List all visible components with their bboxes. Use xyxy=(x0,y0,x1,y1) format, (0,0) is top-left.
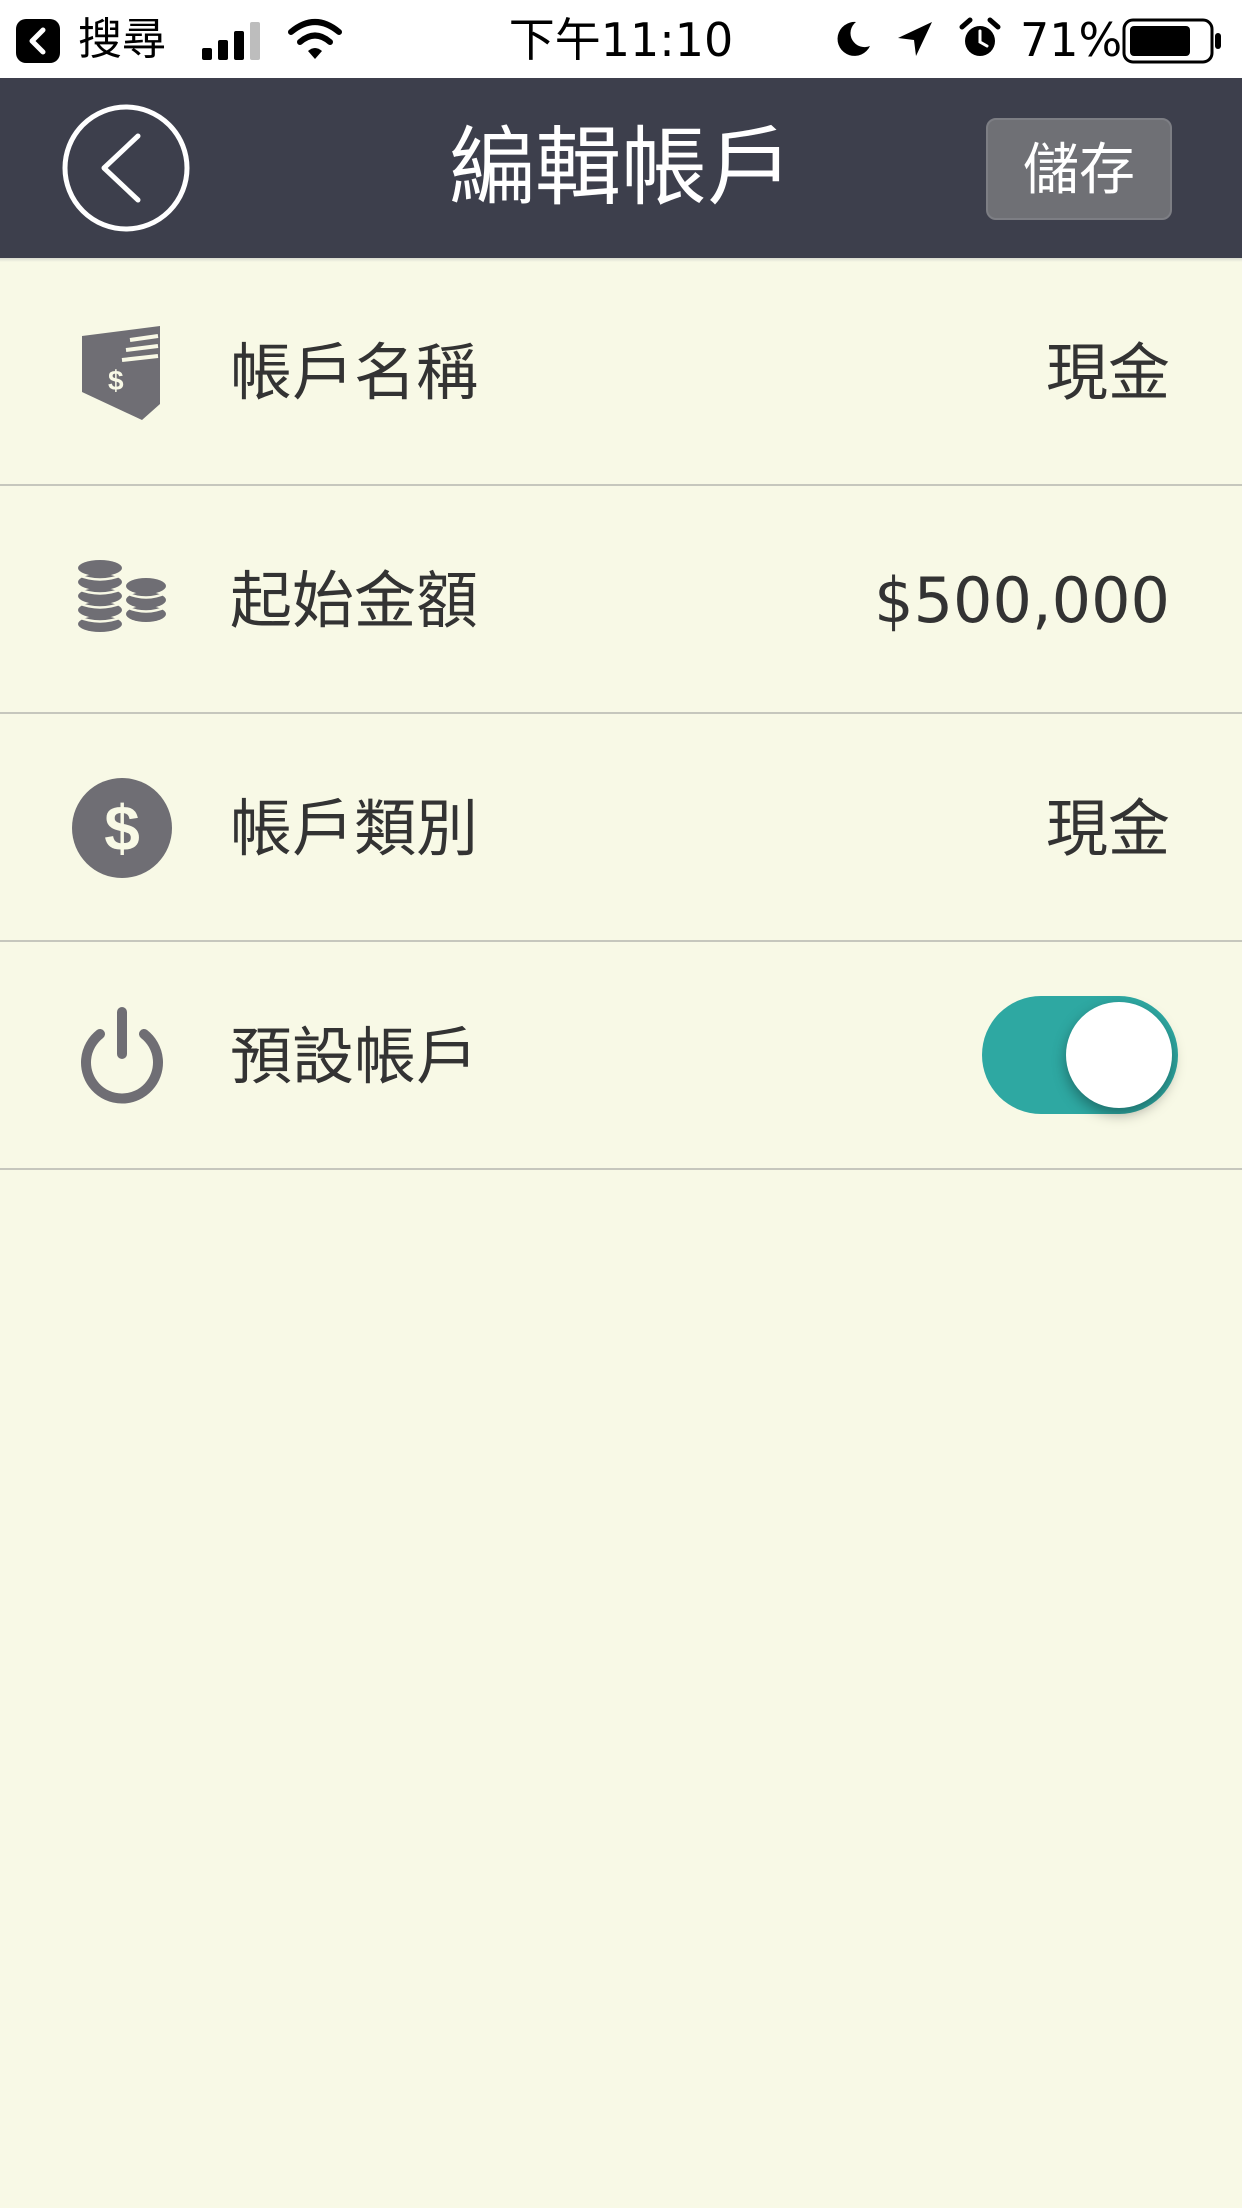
battery-percent: 71% xyxy=(1020,13,1123,67)
account-name-label: 帳戶名稱 xyxy=(230,336,479,409)
location-icon xyxy=(898,22,932,56)
svg-text:$: $ xyxy=(104,792,140,864)
alarm-icon xyxy=(959,17,1001,56)
account-name-value: 現金 xyxy=(1045,336,1170,409)
coins-stack-icon xyxy=(77,560,167,632)
status-bar: 搜尋 下午11:10 71% xyxy=(0,0,1242,78)
default-account-toggle[interactable] xyxy=(982,996,1178,1114)
dollar-circle-icon: $ xyxy=(72,778,172,878)
default-account-row: 預設帳戶 xyxy=(0,942,1242,1170)
initial-amount-value: $500,000 xyxy=(874,564,1170,637)
account-type-value: 現金 xyxy=(1045,792,1170,865)
account-form: $ 帳戶名稱 現金 起始金額 $500,000 $ 帳戶類別 現金 預設帳戶 xyxy=(0,258,1242,1170)
moon-icon xyxy=(837,21,870,56)
power-icon xyxy=(81,1007,163,1104)
account-name-row[interactable]: $ 帳戶名稱 現金 xyxy=(0,258,1242,486)
default-account-label: 預設帳戶 xyxy=(230,1020,479,1093)
battery-icon xyxy=(1122,18,1221,64)
initial-amount-row[interactable]: 起始金額 $500,000 xyxy=(0,486,1242,714)
nav-bar: 編輯帳戶 儲存 xyxy=(0,78,1242,258)
account-card-icon: $ xyxy=(82,326,160,420)
initial-amount-label: 起始金額 xyxy=(230,564,479,637)
account-type-row[interactable]: $ 帳戶類別 現金 xyxy=(0,714,1242,942)
save-button[interactable]: 儲存 xyxy=(986,118,1172,220)
toggle-knob xyxy=(1066,1002,1172,1108)
account-type-label: 帳戶類別 xyxy=(230,792,479,865)
svg-text:$: $ xyxy=(108,365,124,396)
